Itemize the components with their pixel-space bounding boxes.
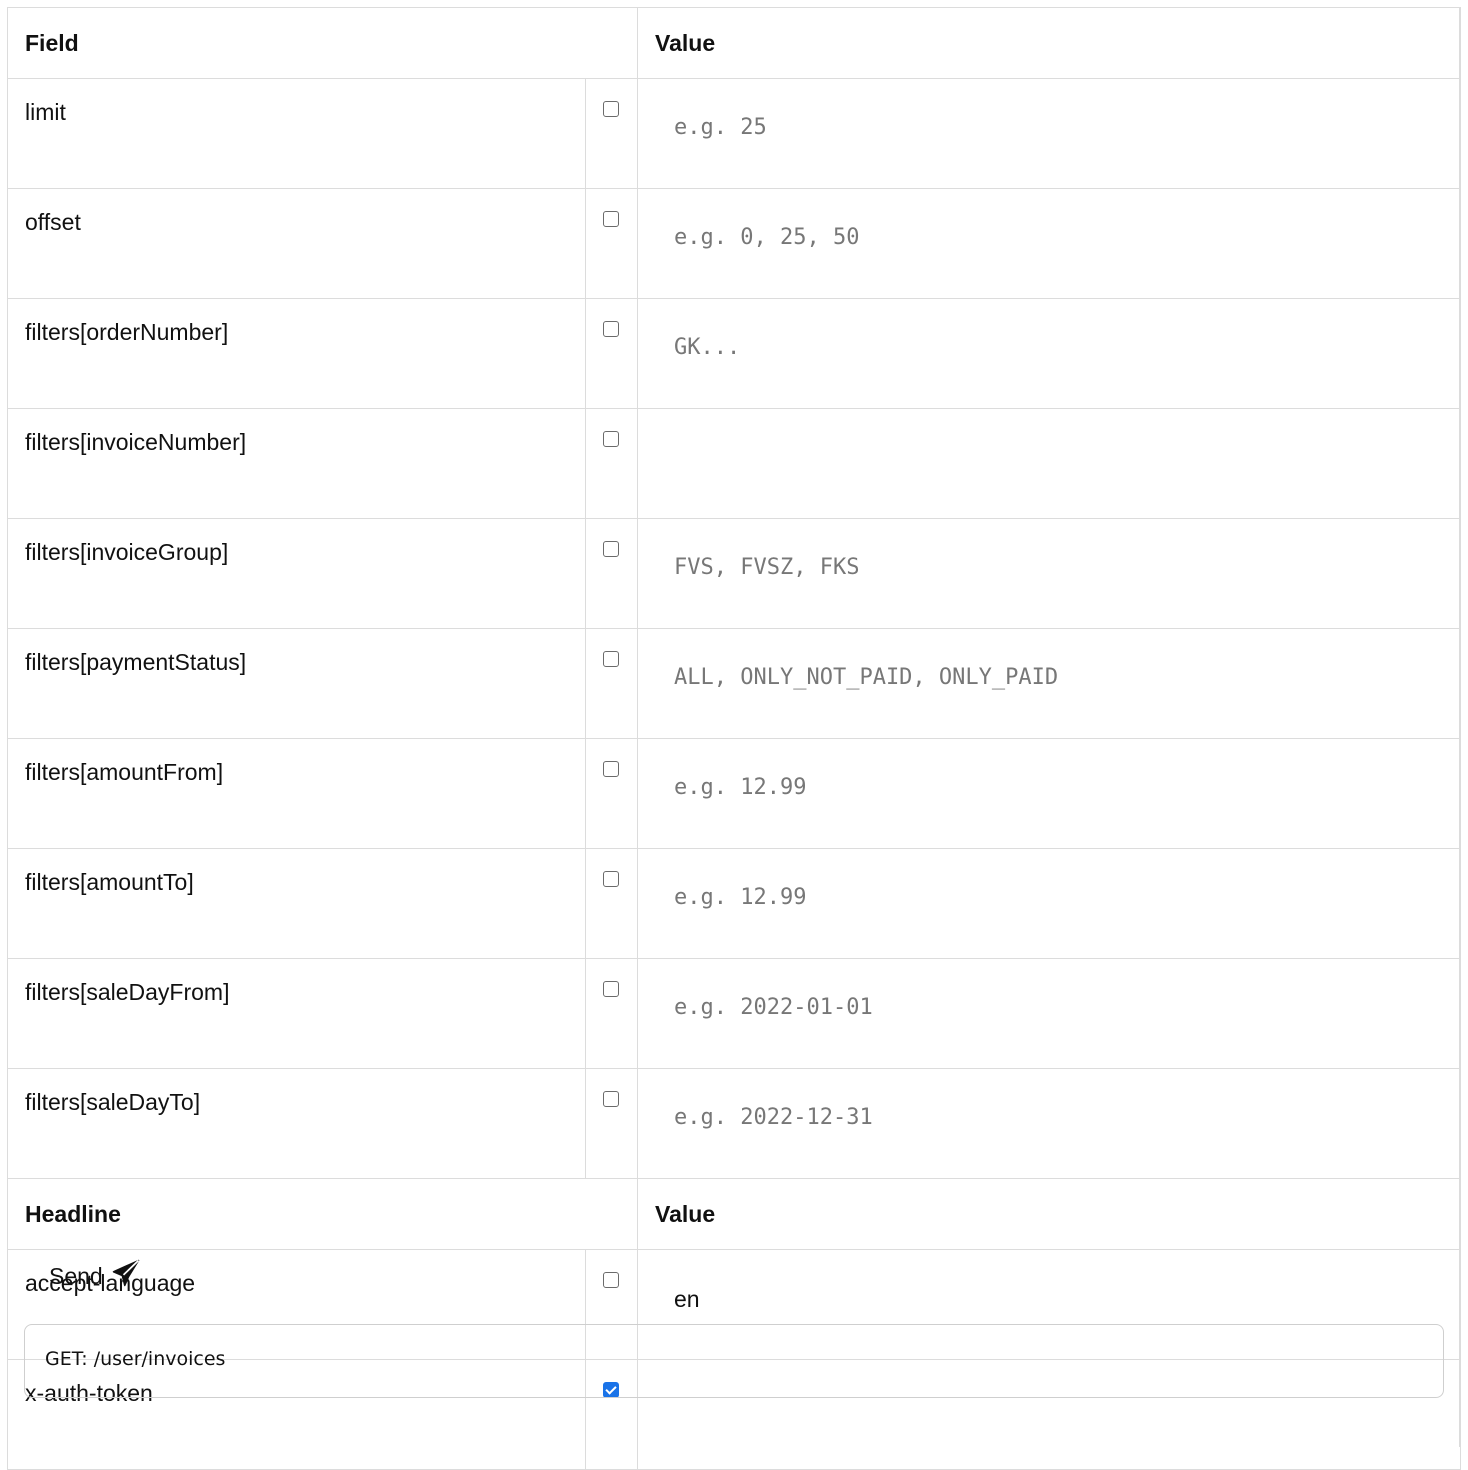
include-checkbox[interactable]: [603, 431, 619, 447]
include-checkbox[interactable]: [603, 651, 619, 667]
value-cell: [637, 628, 1462, 739]
include-cell: [584, 738, 639, 849]
field-name: filters[saleDayTo]: [7, 1068, 586, 1179]
param-row: filters[saleDayFrom]: [7, 958, 1462, 1069]
send-label: Send: [49, 1262, 103, 1289]
include-cell: [584, 628, 639, 739]
fields-header-row: Field Value: [6, 7, 1462, 79]
value-input[interactable]: [638, 629, 1461, 717]
include-checkbox[interactable]: [603, 981, 619, 997]
value-cell: [637, 738, 1462, 849]
field-name: filters[amountFrom]: [7, 738, 586, 849]
value-input[interactable]: [638, 849, 1461, 937]
paper-plane-icon: [111, 1258, 141, 1294]
param-row: filters[invoiceGroup]: [7, 518, 1462, 629]
include-cell: [584, 408, 639, 519]
request-line-box: GET: /user/invoices: [24, 1324, 1444, 1398]
value-input[interactable]: [638, 519, 1461, 607]
field-column-header: Field: [6, 7, 639, 79]
param-row: offset: [7, 188, 1462, 299]
field-name: filters[invoiceGroup]: [7, 518, 586, 629]
include-cell: [584, 298, 639, 409]
include-checkbox[interactable]: [603, 321, 619, 337]
headers-header-row: Headline Value: [6, 1178, 1462, 1250]
headline-column-header: Headline: [6, 1178, 639, 1250]
include-cell: [584, 1068, 639, 1179]
param-row: filters[invoiceNumber]: [7, 408, 1462, 519]
value-cell: [637, 848, 1462, 959]
send-button[interactable]: Send: [49, 1258, 141, 1294]
param-row: filters[saleDayTo]: [7, 1068, 1462, 1179]
value-cell: [637, 298, 1462, 409]
param-row: limit: [7, 78, 1462, 189]
value-cell: [637, 188, 1462, 299]
value-input[interactable]: [638, 959, 1461, 1047]
param-row: filters[orderNumber]: [7, 298, 1462, 409]
field-name: filters[orderNumber]: [7, 298, 586, 409]
value-cell: [637, 958, 1462, 1069]
value-column-header: Value: [637, 7, 1462, 79]
include-checkbox[interactable]: [603, 1272, 619, 1288]
include-cell: [584, 188, 639, 299]
include-checkbox[interactable]: [603, 761, 619, 777]
field-name: offset: [7, 188, 586, 299]
value-input[interactable]: [638, 1069, 1461, 1157]
include-cell: [584, 958, 639, 1069]
value-input[interactable]: [638, 299, 1461, 387]
param-row: filters[amountFrom]: [7, 738, 1462, 849]
include-cell: [584, 78, 639, 189]
param-row: filters[amountTo]: [7, 848, 1462, 959]
include-checkbox[interactable]: [603, 871, 619, 887]
value-cell: [637, 408, 1462, 519]
parameters-table: Field Value limitoffsetfilters[orderNumb…: [6, 7, 1462, 1470]
include-cell: [584, 848, 639, 959]
value-input[interactable]: [638, 409, 1461, 497]
include-checkbox[interactable]: [603, 211, 619, 227]
value-cell: [637, 1068, 1462, 1179]
include-cell: [584, 518, 639, 629]
value-input[interactable]: [638, 739, 1461, 827]
field-name: limit: [7, 78, 586, 189]
include-checkbox[interactable]: [603, 1091, 619, 1107]
value-column-header: Value: [637, 1178, 1462, 1250]
value-input[interactable]: [638, 189, 1461, 277]
field-name: filters[invoiceNumber]: [7, 408, 586, 519]
value-cell: [637, 78, 1462, 189]
field-name: filters[paymentStatus]: [7, 628, 586, 739]
param-row: filters[paymentStatus]: [7, 628, 1462, 739]
request-line: GET: /user/invoices: [45, 1348, 226, 1370]
field-name: filters[saleDayFrom]: [7, 958, 586, 1069]
include-checkbox[interactable]: [603, 541, 619, 557]
include-checkbox[interactable]: [603, 101, 619, 117]
field-name: filters[amountTo]: [7, 848, 586, 959]
value-input[interactable]: [638, 79, 1461, 167]
value-cell: [637, 518, 1462, 629]
